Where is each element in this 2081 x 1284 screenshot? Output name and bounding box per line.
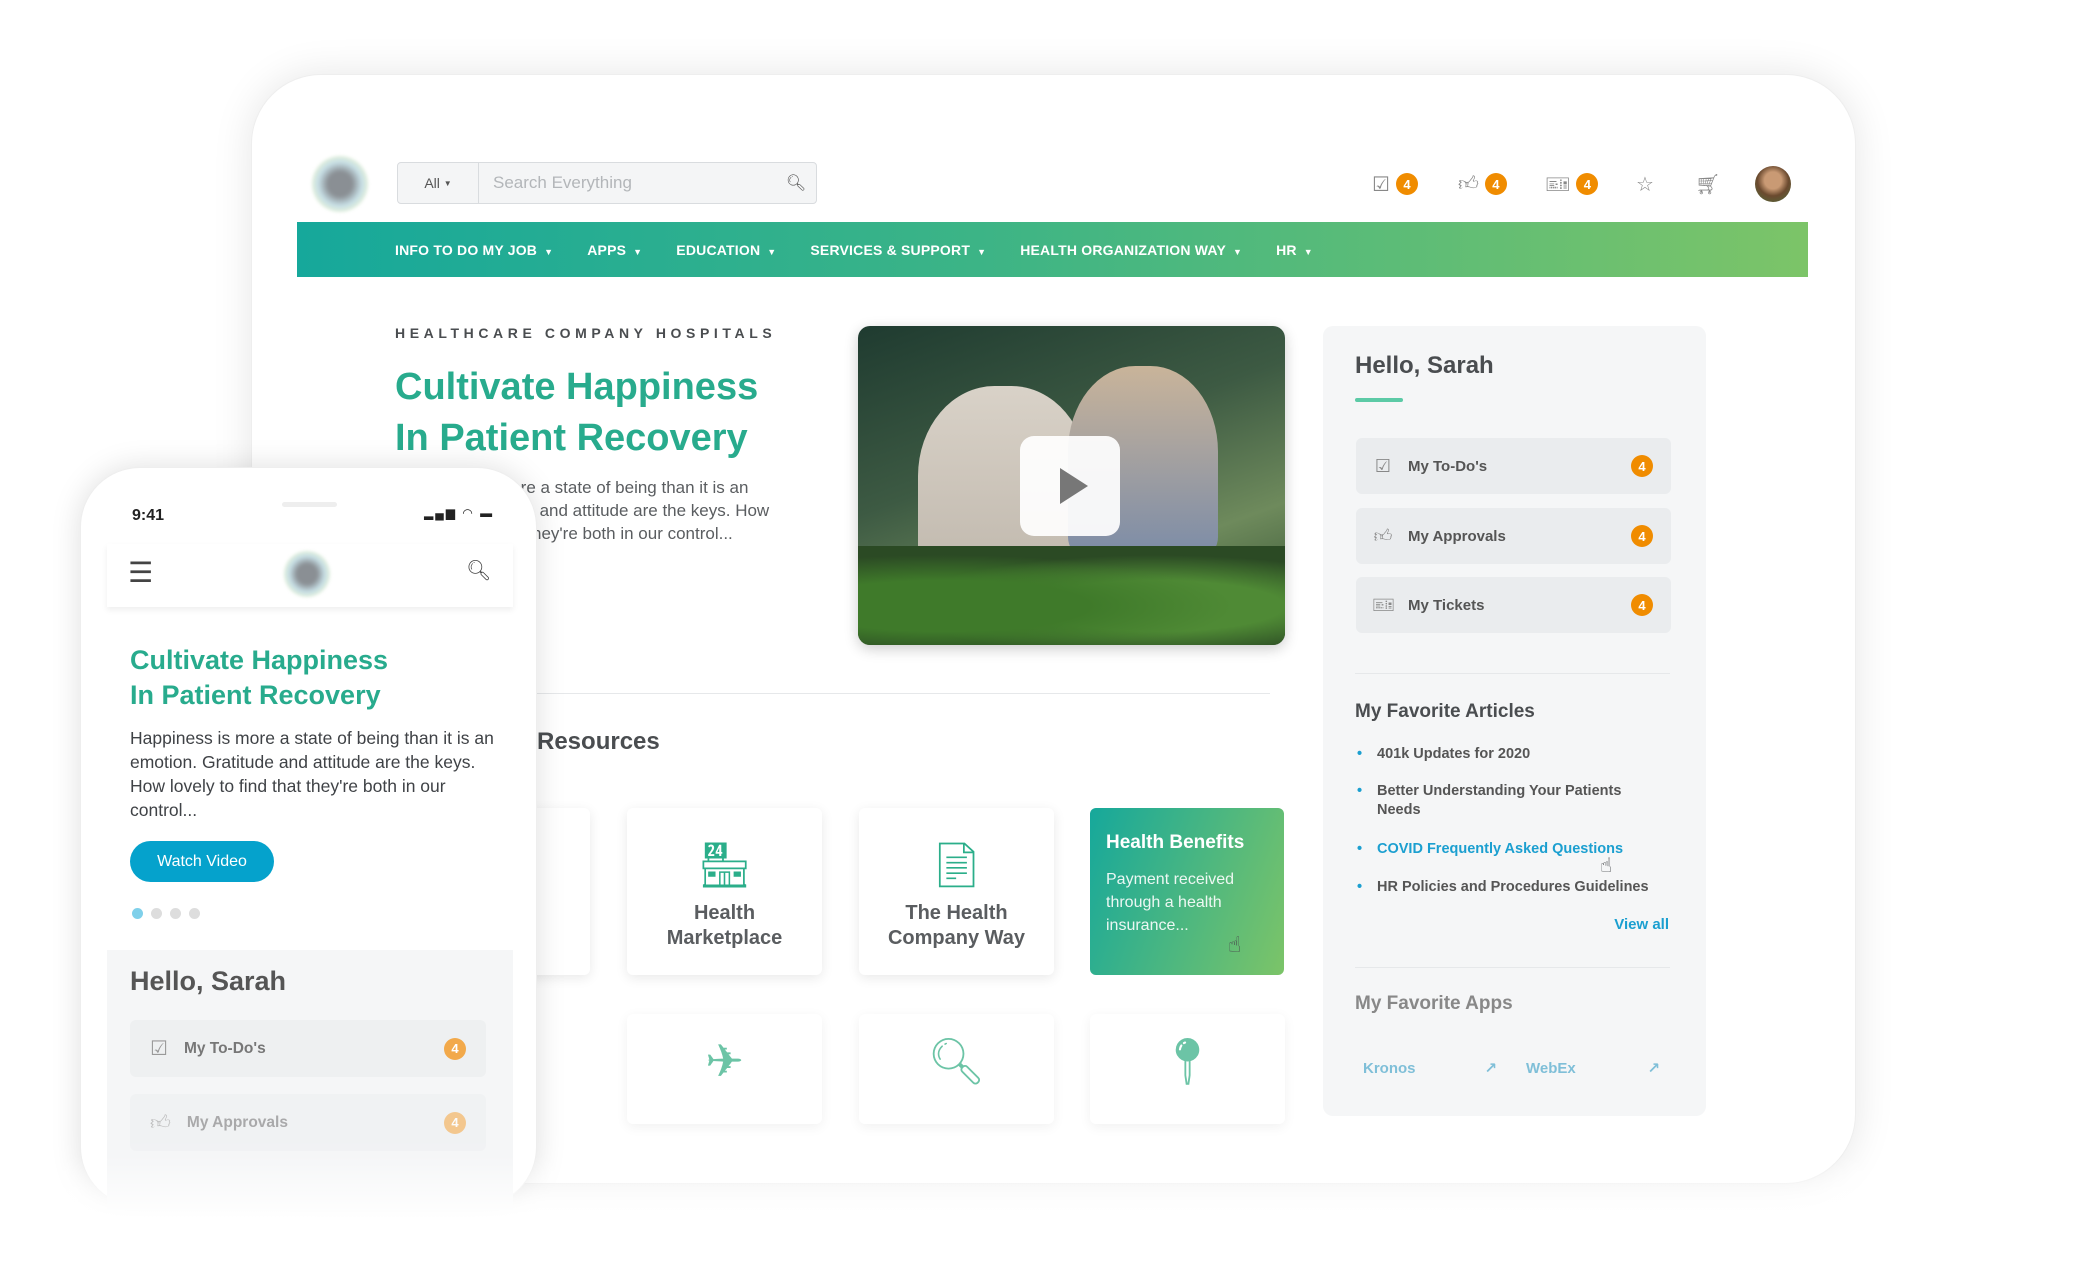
tickets-badge: 4 [1576,173,1599,195]
company-logo[interactable] [312,156,368,212]
carousel-dot[interactable] [170,908,181,919]
todo-icon: ☑ [1372,173,1390,196]
mobile-item-approvals[interactable]: 👍︎ My Approvals 4 [130,1094,486,1151]
resource-card-health-benefits[interactable]: Health Benefits Payment received through … [1090,808,1284,975]
hero-eyebrow: HEALTHCARE COMPANY HOSPITALS [395,325,777,341]
badge: 4 [444,1037,466,1060]
section-divider [537,693,1270,694]
apps-title: My Favorite Apps [1355,993,1513,1014]
panel-item-tickets[interactable]: 🎫︎ My Tickets 4 [1356,577,1671,633]
ticket-icon: 🎫︎ [1545,173,1571,196]
article-link[interactable]: Better Understanding Your Patients Needs [1357,782,1667,820]
nav-hr[interactable]: HR ▼ [1276,242,1313,258]
panel-greeting: Hello, Sarah [1355,352,1494,379]
search-scope-dropdown[interactable]: All ▼ [398,163,479,203]
article-link-active[interactable]: COVID Frequently Asked Questions [1357,840,1667,859]
status-icons: ▂▄▆ ◠ ▬ [424,506,494,520]
tickets-button[interactable]: 🎫︎ 4 [1545,170,1599,198]
external-link-icon: ↗ [1484,1060,1497,1077]
articles-title: My Favorite Articles [1355,701,1535,722]
mobile-hero-body: Happiness is more a state of being than … [130,728,494,820]
thumbs-up-icon: 👍︎ [150,1111,171,1134]
nav-info-to-do-my-job[interactable]: INFO TO DO MY JOB ▼ [395,242,553,258]
carousel-dot-active[interactable] [132,908,143,919]
play-button[interactable] [1020,436,1120,536]
hero-title: Cultivate Happiness In Patient Recovery [395,366,759,459]
mobile-hero-title: Cultivate Happiness In Patient Recovery [130,645,389,710]
video-plants [858,546,1285,645]
signal-icon: ▂▄▆ [424,506,457,520]
search-icon[interactable]: 🔍︎ [466,558,491,583]
todo-icon: ☑ [1374,455,1392,476]
panel-item-approvals[interactable]: 👍︎ My Approvals 4 [1356,508,1671,564]
mobile-item-todos[interactable]: ☑ My To-Do's 4 [130,1020,486,1077]
battery-icon: ▬ [480,506,495,520]
nav-services-support[interactable]: SERVICES & SUPPORT ▼ [810,242,986,258]
article-link[interactable]: 401k Updates for 2020 [1357,745,1667,764]
mobile-greeting: Hello, Sarah [130,966,287,996]
location-pin-icon: 📍︎ [1158,1035,1217,1087]
thumbs-up-icon: 👍︎ [1373,526,1393,546]
caret-down-icon: ▼ [633,246,643,257]
resource-card-health-company-way[interactable]: 📄︎ The Health Company Way [859,808,1054,975]
approvals-button[interactable]: 👍︎ 4 [1458,170,1507,198]
todo-badge: 4 [1395,173,1418,195]
nav-health-organization-way[interactable]: HEALTH ORGANIZATION WAY ▼ [1020,242,1242,258]
resources-heading: Resources [537,728,660,755]
status-time: 9:41 [132,507,165,524]
pointer-cursor-icon: ☝ [1228,932,1242,957]
search-input[interactable] [479,173,776,193]
document-icon: 📄︎ [928,841,985,890]
search-bar: All ▼ 🔍︎ [397,162,817,204]
main-nav: INFO TO DO MY JOB ▼ APPS ▼ EDUCATION ▼ SERV… [297,222,1808,277]
app-webex[interactable]: WebEx ↗ [1518,1048,1668,1088]
storefront-icon: 🏪︎ [696,841,753,890]
badge: 4 [1631,594,1653,616]
nav-education[interactable]: EDUCATION ▼ [676,242,776,258]
resource-card[interactable]: 📍︎ [1090,1014,1285,1124]
play-icon [1060,468,1088,504]
caret-down-icon: ▼ [767,246,777,257]
carousel-dot[interactable] [189,908,200,919]
todo-icon: ☑ [150,1038,168,1060]
hamburger-menu-icon[interactable]: ☰ [128,556,153,589]
bottom-fade [0,1155,2081,1284]
wifi-icon: ◠ [462,506,475,520]
ticket-icon: 🎫︎ [1372,594,1395,615]
phone-speaker [282,502,337,507]
search-icon[interactable]: 🔍︎ [776,173,816,193]
nav-apps[interactable]: APPS ▼ [587,242,642,258]
panel-divider [1355,673,1670,674]
resource-card[interactable]: 🔍︎ [859,1014,1054,1124]
badge: 4 [1631,525,1653,547]
app-kronos[interactable]: Kronos ↗ [1355,1048,1505,1088]
cart-icon[interactable]: 🛒︎ [1695,170,1720,198]
external-link-icon: ↗ [1647,1060,1660,1077]
star-icon[interactable]: ☆ [1636,170,1654,198]
paper-plane-icon: ✈︎ [705,1035,744,1087]
search-person-icon: 🔍︎ [927,1035,986,1087]
article-link[interactable]: HR Policies and Procedures Guidelines [1357,878,1667,897]
greeting-underline [1355,398,1403,402]
carousel-dot[interactable] [151,908,162,919]
company-logo[interactable] [284,551,330,597]
approvals-badge: 4 [1484,173,1507,195]
thumbs-up-icon: 👍︎ [1458,173,1479,195]
watch-video-button[interactable]: Watch Video [130,841,274,882]
badge: 4 [1631,455,1653,477]
caret-down-icon: ▼ [1303,246,1313,257]
resource-card[interactable]: ✈︎ [627,1014,822,1124]
view-all-link[interactable]: View all [1590,916,1669,933]
caret-down-icon: ▼ [977,246,987,257]
caret-down-icon: ▼ [1233,246,1243,257]
user-avatar[interactable] [1755,166,1791,202]
caret-down-icon: ▼ [443,178,452,188]
caret-down-icon: ▼ [544,246,554,257]
panel-item-todos[interactable]: ☑ My To-Do's 4 [1356,438,1671,494]
pointer-cursor-icon: ☝ [1600,855,1613,877]
badge: 4 [444,1111,466,1134]
todo-button[interactable]: ☑ 4 [1372,170,1418,198]
panel-divider [1355,967,1670,968]
resource-card-health-marketplace[interactable]: 🏪︎ Health Marketplace [627,808,822,975]
